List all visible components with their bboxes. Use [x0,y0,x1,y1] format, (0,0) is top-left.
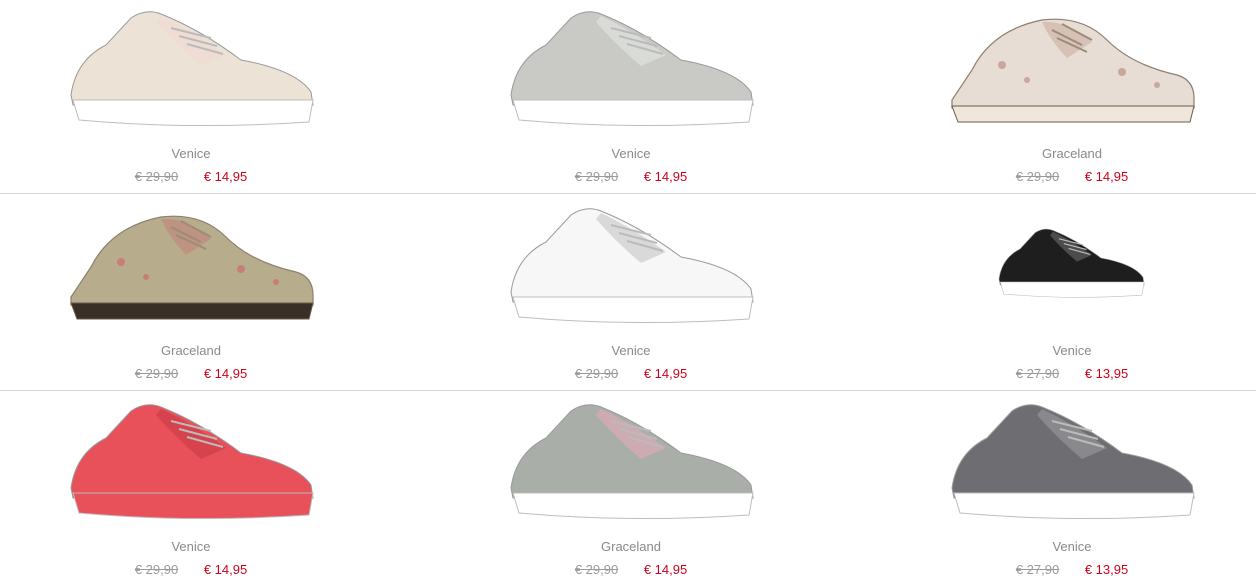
product-image[interactable] [51,393,331,533]
sale-price: € 14,95 [203,169,248,184]
sneaker-icon[interactable] [491,0,771,140]
sale-price: € 14,95 [643,366,688,381]
product-image[interactable] [932,197,1212,337]
product-prices: € 29,90 € 14,95 [461,562,801,577]
sneaker-icon[interactable] [51,393,331,533]
product-row: Venice € 29,90 € 14,95 Venice € 29,90 € … [0,0,1256,196]
product-prices: € 29,90 € 14,95 [21,366,361,381]
product-image[interactable] [932,393,1212,533]
product-card[interactable]: Graceland € 29,90 € 14,95 [902,0,1242,196]
product-prices: € 27,90 € 13,95 [902,562,1242,577]
product-brand[interactable]: Venice [902,539,1242,554]
sneaker-icon[interactable] [491,393,771,533]
product-brand[interactable]: Venice [461,343,801,358]
old-price: € 29,90 [134,366,179,381]
sneaker-icon[interactable] [51,0,331,140]
old-price: € 29,90 [1015,169,1060,184]
product-card[interactable]: Venice € 27,90 € 13,95 [902,197,1242,393]
product-card[interactable]: Venice € 29,90 € 14,95 [461,0,801,196]
product-card[interactable]: Venice € 29,90 € 14,95 [21,393,361,578]
old-price: € 27,90 [1015,366,1060,381]
sneaker-icon[interactable] [932,197,1212,337]
product-card[interactable]: Venice € 29,90 € 14,95 [21,0,361,196]
product-brand[interactable]: Venice [461,146,801,161]
product-card[interactable]: Venice € 27,90 € 13,95 [902,393,1242,578]
product-brand[interactable]: Venice [21,539,361,554]
product-image[interactable] [51,197,331,337]
sale-price: € 14,95 [203,366,248,381]
old-price: € 27,90 [1015,562,1060,577]
sneaker-icon[interactable] [932,393,1212,533]
product-brand[interactable]: Venice [21,146,361,161]
product-prices: € 29,90 € 14,95 [461,366,801,381]
sale-price: € 14,95 [1084,169,1129,184]
product-image[interactable] [51,0,331,140]
product-brand[interactable]: Venice [902,343,1242,358]
old-price: € 29,90 [134,562,179,577]
old-price: € 29,90 [574,562,619,577]
product-prices: € 29,90 € 14,95 [21,562,361,577]
product-row: Graceland € 29,90 € 14,95 Venice € 29,90… [0,197,1256,393]
sale-price: € 14,95 [643,562,688,577]
product-card[interactable]: Graceland € 29,90 € 14,95 [21,197,361,393]
sneaker-icon[interactable] [491,197,771,337]
product-card[interactable]: Graceland € 29,90 € 14,95 [461,393,801,578]
product-prices: € 29,90 € 14,95 [902,169,1242,184]
product-prices: € 27,90 € 13,95 [902,366,1242,381]
product-image[interactable] [491,0,771,140]
product-card[interactable]: Venice € 29,90 € 14,95 [461,197,801,393]
old-price: € 29,90 [574,366,619,381]
sale-price: € 13,95 [1084,562,1129,577]
brogue-shoe-icon[interactable] [51,197,331,337]
product-image[interactable] [491,393,771,533]
product-prices: € 29,90 € 14,95 [21,169,361,184]
product-brand[interactable]: Graceland [902,146,1242,161]
product-image[interactable] [932,0,1212,140]
product-brand[interactable]: Graceland [461,539,801,554]
product-grid: Venice € 29,90 € 14,95 Venice € 29,90 € … [0,0,1256,578]
product-prices: € 29,90 € 14,95 [461,169,801,184]
lace-up-shoe-icon[interactable] [932,0,1212,140]
sale-price: € 13,95 [1084,366,1129,381]
sale-price: € 14,95 [203,562,248,577]
product-image[interactable] [491,197,771,337]
old-price: € 29,90 [574,169,619,184]
old-price: € 29,90 [134,169,179,184]
sale-price: € 14,95 [643,169,688,184]
product-brand[interactable]: Graceland [21,343,361,358]
product-row: Venice € 29,90 € 14,95 Graceland € 29,90… [0,393,1256,578]
